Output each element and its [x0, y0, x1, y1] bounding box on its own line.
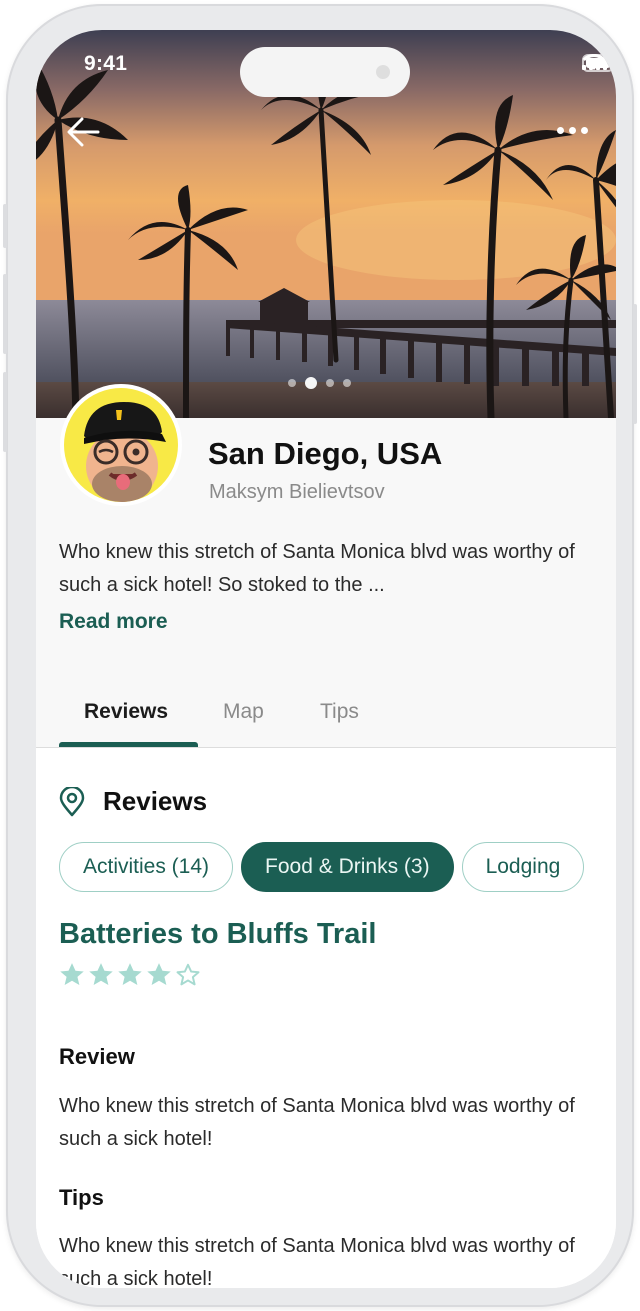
- more-options-button[interactable]: [550, 112, 594, 148]
- back-button[interactable]: [62, 110, 106, 154]
- carousel-dot[interactable]: [343, 379, 351, 387]
- star-empty-icon: [176, 963, 200, 986]
- battery-icon: [582, 54, 616, 72]
- avatar[interactable]: [60, 384, 182, 506]
- carousel-dot[interactable]: [288, 379, 296, 387]
- tips-text: Who knew this stretch of Santa Monica bl…: [59, 1235, 575, 1288]
- author-name[interactable]: Maksym Bielievtsov: [209, 481, 385, 504]
- tips-heading: Tips: [59, 1185, 104, 1210]
- hero-image[interactable]: 9:41: [36, 30, 616, 418]
- carousel-dot[interactable]: [326, 379, 334, 387]
- star-filled-icon: [89, 963, 113, 986]
- chip-lodging[interactable]: Lodging: [461, 842, 585, 892]
- status-time: 9:41: [84, 52, 128, 75]
- reviews-content: Reviews Activities (14) Food & Drinks (3…: [36, 748, 616, 1288]
- reviews-section-title: Reviews: [103, 786, 208, 816]
- chip-activities[interactable]: Activities (14): [59, 842, 234, 892]
- more-dots-icon: [556, 126, 588, 134]
- screen: 9:41 San Diego, USA Maksym Bielievtsov W…: [36, 30, 616, 1288]
- tab-map[interactable]: Map: [223, 700, 264, 724]
- star-filled-icon: [147, 963, 171, 986]
- review-heading: Review: [59, 1044, 135, 1069]
- phone-frame: 9:41 San Diego, USA Maksym Bielievtsov W…: [3, 4, 637, 1307]
- carousel-dot-active[interactable]: [305, 377, 317, 389]
- chip-food-drinks[interactable]: Food & Drinks (3): [241, 842, 454, 892]
- carousel-dots[interactable]: [288, 377, 351, 389]
- tab-indicator: [59, 742, 198, 747]
- status-bar: 9:41: [36, 30, 616, 100]
- review-text: Who knew this stretch of Santa Monica bl…: [59, 1095, 575, 1150]
- place-title: San Diego, USA: [208, 436, 443, 471]
- category-chips: Activities (14) Food & Drinks (3) Lodgin…: [59, 842, 616, 892]
- star-filled-icon: [118, 963, 142, 986]
- trail-title: Batteries to Bluffs Trail: [59, 918, 377, 950]
- star-filled-icon: [60, 963, 84, 986]
- star-rating: [59, 962, 201, 987]
- tab-reviews[interactable]: Reviews: [84, 700, 168, 724]
- tab-bar: Reviews Map Tips: [36, 680, 616, 748]
- arrow-left-icon: [67, 117, 100, 147]
- reviews-header: Reviews: [59, 786, 207, 817]
- post-description: Who knew this stretch of Santa Monica bl…: [59, 541, 575, 596]
- tab-tips[interactable]: Tips: [320, 700, 359, 724]
- read-more-link[interactable]: Read more: [59, 610, 168, 634]
- memoji-avatar-icon: [84, 402, 166, 502]
- location-pin-icon: [59, 786, 85, 816]
- dynamic-island: [240, 47, 410, 97]
- profile-section: San Diego, USA Maksym Bielievtsov Who kn…: [36, 384, 616, 748]
